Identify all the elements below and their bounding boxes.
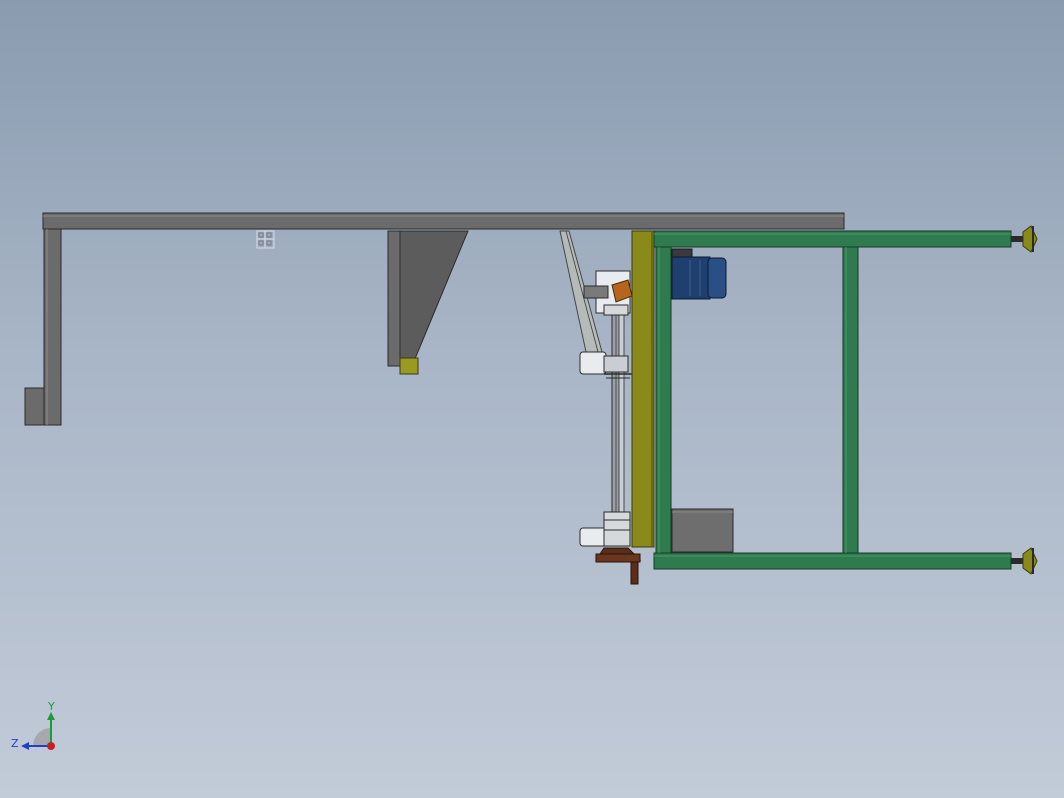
triad-z-label: Z [11,737,19,750]
cad-viewport[interactable]: Y Z [0,0,1064,798]
left-column[interactable] [43,228,62,426]
vertical-shaft[interactable] [611,289,625,541]
middle-bearing-housing[interactable] [579,351,632,379]
clamp-handle[interactable] [595,547,642,585]
overhead-beam[interactable] [42,212,845,230]
leveling-foot-top[interactable] [1011,225,1038,253]
coordinate-triad: Y Z [11,700,55,750]
triad-y-label: Y [47,700,55,713]
lower-bearing-housing[interactable] [579,511,631,547]
leveling-foot-bottom[interactable] [1011,547,1038,575]
gusset-plate[interactable] [399,230,469,375]
left-foot-block[interactable] [24,387,45,426]
assembly-drawing[interactable]: Y Z [0,0,1064,798]
gearbox-box[interactable] [671,508,734,553]
profile-section-icon [256,230,275,249]
motor[interactable] [671,248,727,300]
mid-bracket[interactable] [387,230,401,367]
mounting-plate[interactable] [631,230,655,548]
upper-bearing-housing[interactable] [583,270,633,316]
